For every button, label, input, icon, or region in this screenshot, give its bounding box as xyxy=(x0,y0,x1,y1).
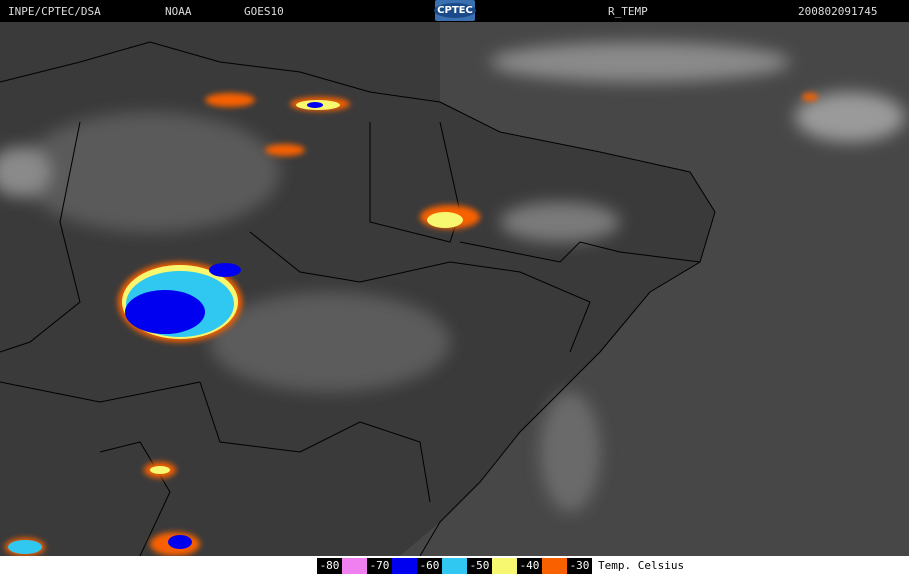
agency-label: NOAA xyxy=(165,5,192,18)
legend-label: -60 xyxy=(417,558,442,574)
legend-swatch-cyan xyxy=(442,558,467,574)
satellite-map xyxy=(0,22,909,556)
legend-label: -80 xyxy=(317,558,342,574)
temperature-legend: -80 -70 -60 -50 -40 -30 Temp. Celsius xyxy=(0,556,909,576)
legend-label: -70 xyxy=(367,558,392,574)
timestamp-label: 200802091745 xyxy=(798,5,878,18)
institution-label: INPE/CPTEC/DSA xyxy=(8,5,101,18)
legend-label: -50 xyxy=(467,558,492,574)
legend-swatch-pink xyxy=(342,558,367,574)
logo-text: CPTEC xyxy=(434,3,476,18)
legend-unit: Temp. Celsius xyxy=(598,559,685,572)
product-label: R_TEMP xyxy=(608,5,648,18)
legend-label: -30 xyxy=(567,558,592,574)
satellite-label: GOES10 xyxy=(244,5,284,18)
satellite-image-viewer: INPE/CPTEC/DSA NOAA GOES10 CPTEC R_TEMP … xyxy=(0,0,909,576)
cptec-logo: CPTEC xyxy=(434,0,476,21)
legend-swatch-blue xyxy=(392,558,417,574)
legend-swatch-orange xyxy=(542,558,567,574)
legend-swatch-yellow xyxy=(492,558,517,574)
legend-label: -40 xyxy=(517,558,542,574)
header-bar: INPE/CPTEC/DSA NOAA GOES10 CPTEC R_TEMP … xyxy=(0,0,909,22)
